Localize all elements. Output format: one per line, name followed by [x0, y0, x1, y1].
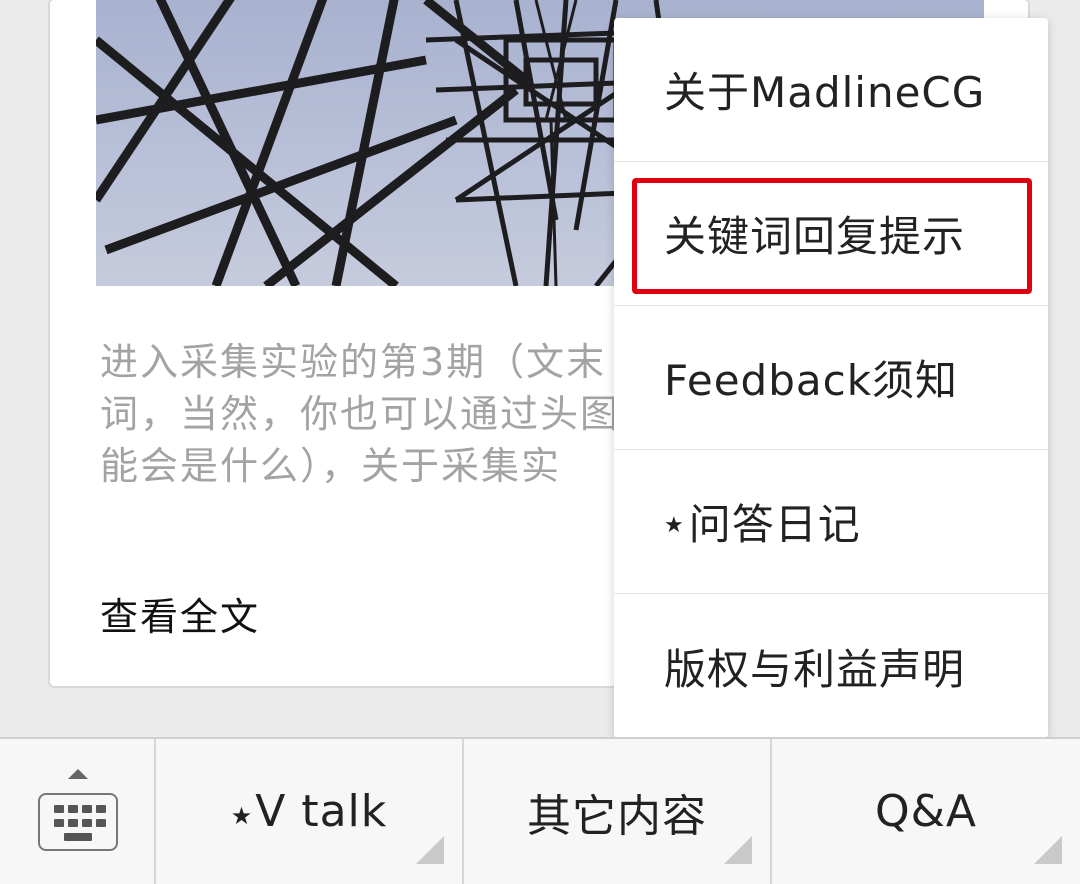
tab-label: V talk: [255, 786, 388, 837]
menu-item-label: 版权与利益声明: [664, 644, 966, 694]
bottom-menu-bar: ★ V talk 其它内容 Q&A: [0, 737, 1080, 884]
menu-item-about[interactable]: 关于MadlineCG: [614, 18, 1048, 162]
excerpt-line: 词，当然，你也可以通过头图: [100, 392, 620, 436]
caret-up-icon: [68, 769, 88, 779]
article-excerpt: 进入采集实验的第3期（文末 词，当然，你也可以通过头图 能会是什么），关于采集实: [100, 336, 620, 492]
keyboard-icon: [38, 793, 118, 851]
tab-v-talk[interactable]: ★ V talk: [156, 739, 464, 884]
menu-item-copyright-statement[interactable]: 版权与利益声明: [614, 594, 1048, 738]
menu-item-label: 问答日记: [688, 500, 861, 549]
read-full-article-link[interactable]: 查看全文: [100, 586, 260, 641]
star-icon: ★: [664, 513, 685, 538]
submenu-corner-icon: [1034, 836, 1062, 864]
menu-item-label: 关于MadlineCG: [664, 68, 986, 117]
submenu-corner-icon: [416, 836, 444, 864]
menu-item-label: Feedback须知: [664, 356, 959, 405]
excerpt-line: 进入采集实验的第3期（文末: [100, 340, 607, 384]
menu-item-feedback-notice[interactable]: Feedback须知: [614, 306, 1048, 450]
popup-menu: 关于MadlineCG 关键词回复提示 Feedback须知 ★ 问答日记 版权…: [614, 18, 1048, 738]
menu-item-qa-diary[interactable]: ★ 问答日记: [614, 450, 1048, 594]
keyboard-toggle-button[interactable]: [0, 739, 156, 884]
submenu-corner-icon: [724, 836, 752, 864]
tab-other-content[interactable]: 其它内容: [464, 739, 772, 884]
tab-qa[interactable]: Q&A: [772, 739, 1080, 884]
excerpt-line: 能会是什么），关于采集实: [100, 444, 562, 488]
menu-item-label: 关键词回复提示: [664, 212, 966, 261]
tab-label: 其它内容: [527, 790, 707, 842]
menu-item-keyword-reply-tips[interactable]: 关键词回复提示: [614, 162, 1048, 306]
tab-label: Q&A: [874, 786, 978, 837]
star-icon: ★: [230, 801, 254, 830]
